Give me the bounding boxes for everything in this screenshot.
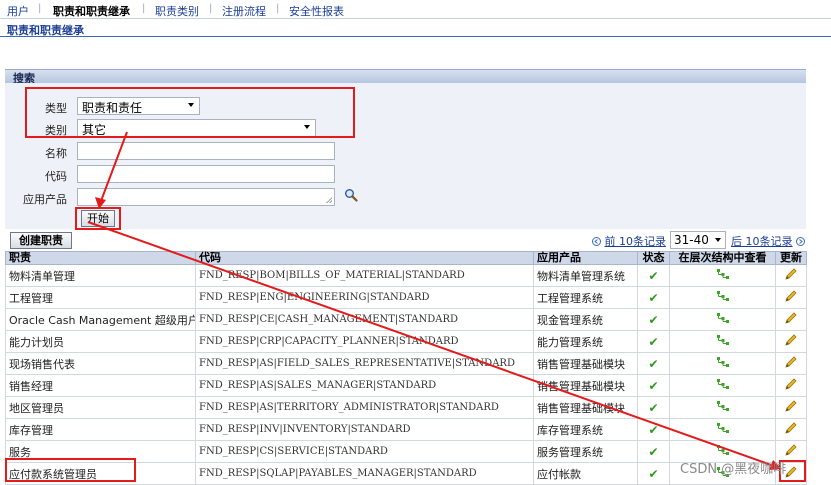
annotation-arrow-to-update — [87, 221, 782, 470]
watermark: CSDN @黑夜咖啡 — [680, 462, 787, 477]
annotation-arrows — [87, 131, 782, 470]
annotation-arrow-to-go — [95, 131, 128, 209]
